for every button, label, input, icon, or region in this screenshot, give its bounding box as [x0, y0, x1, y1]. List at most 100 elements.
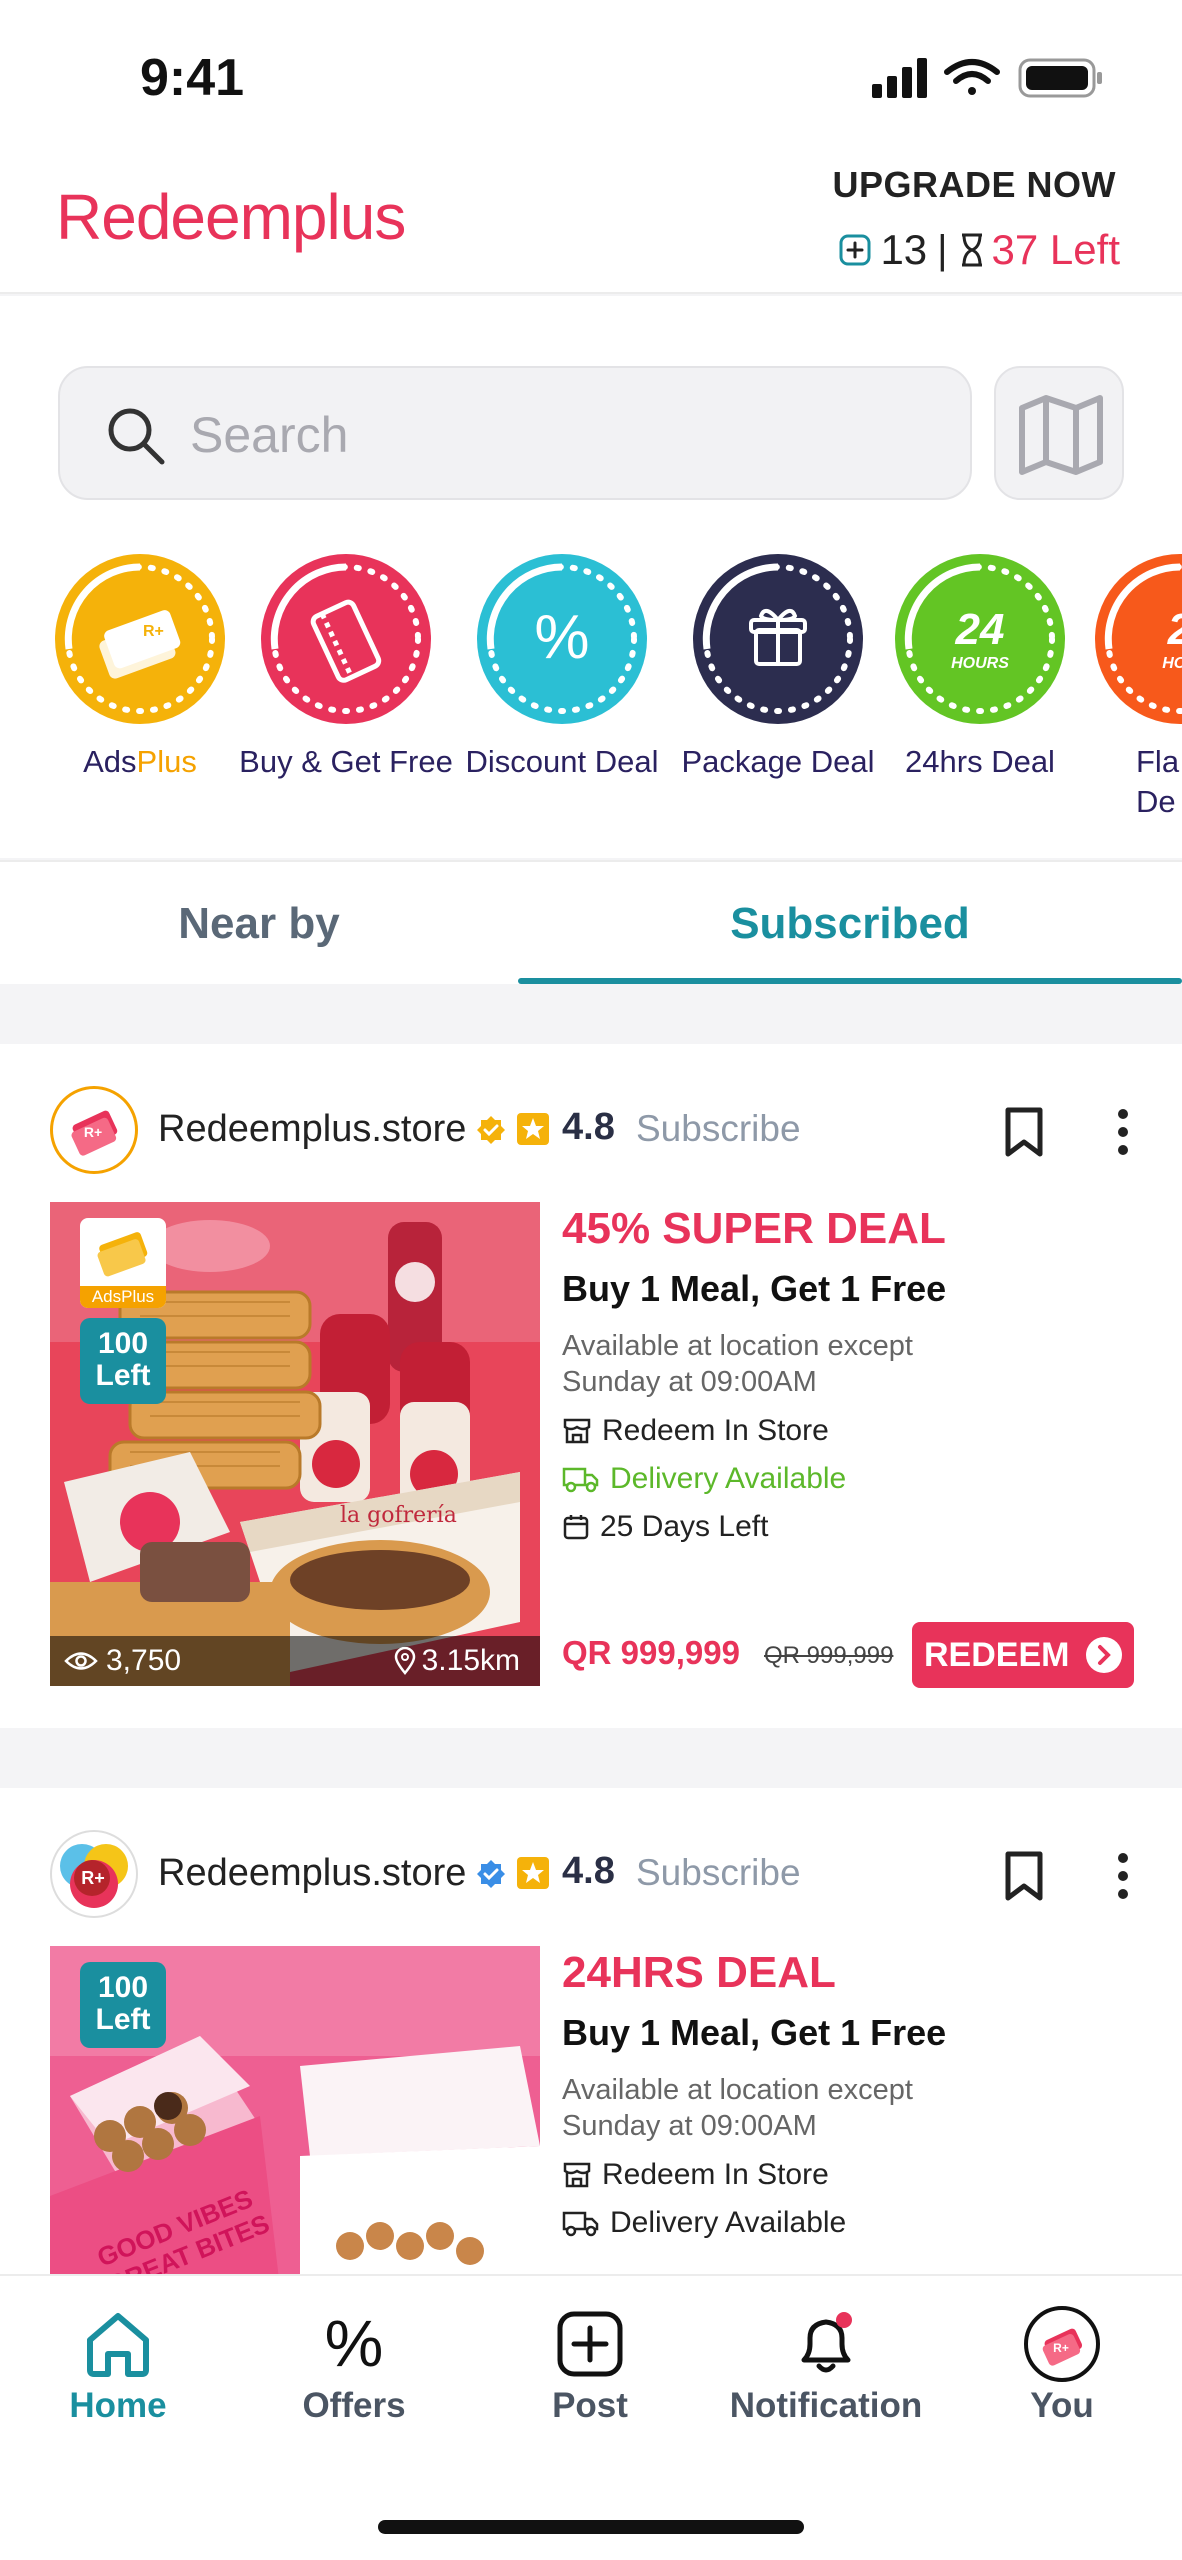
- signal-icon: [872, 58, 927, 98]
- category-package-deal[interactable]: Package Deal: [668, 554, 888, 782]
- category-buy-get-free[interactable]: Buy & Get Free: [236, 554, 456, 782]
- flash-deal-icon: 2 HOU: [1095, 554, 1182, 724]
- svg-text:R+: R+: [81, 1868, 105, 1888]
- deal-image[interactable]: GOOD VIBES GREAT BITES 100 Left: [50, 1946, 540, 2288]
- original-price: QR 999,999: [764, 1642, 894, 1669]
- status-bar: 9:41: [0, 0, 1182, 146]
- eye-icon: [64, 1652, 98, 1670]
- store-icon: [563, 2162, 591, 2188]
- deal-info: 24HRS DEAL Buy 1 Meal, Get 1 Free Availa…: [562, 1948, 1152, 2240]
- adsplus-ticket-icon: [97, 1232, 148, 1277]
- left-count: 37 Left: [991, 226, 1120, 273]
- category-label-24hrs-deal: 24hrs Deal: [905, 744, 1055, 779]
- map-button[interactable]: [994, 366, 1124, 500]
- store-logo[interactable]: R+: [50, 1086, 138, 1174]
- redeem-in-store-row: Redeem In Store: [562, 1414, 1152, 1448]
- redeem-in-store-row: Redeem In Store: [562, 2158, 1152, 2192]
- nav-offers[interactable]: % Offers: [236, 2276, 472, 2456]
- status-icons: [872, 58, 1102, 98]
- plus-box-icon: [839, 234, 871, 266]
- credits-summary: 13 | 37 Left: [838, 224, 1120, 276]
- deal-description: Available at location except Sunday at 0…: [562, 2074, 913, 2142]
- delivery-truck-icon: [562, 2211, 599, 2237]
- gift-icon: [693, 554, 863, 724]
- battery-icon: [1018, 58, 1102, 98]
- search-input[interactable]: Search: [58, 366, 972, 500]
- bell-icon: [801, 2312, 852, 2373]
- distance: 3.15km: [394, 1644, 520, 1678]
- hourglass-icon: [961, 233, 982, 267]
- subscribe-button[interactable]: Subscribe: [636, 1108, 801, 1150]
- category-label-flash-deal: Fla De: [1136, 744, 1180, 819]
- category-label-package-deal: Package Deal: [681, 744, 875, 779]
- store-name[interactable]: Redeemplus.store: [158, 1108, 466, 1151]
- plus-square-icon: [557, 2311, 623, 2377]
- subscribe-button[interactable]: Subscribe: [636, 1852, 801, 1894]
- nav-you[interactable]: R+ You: [944, 2276, 1180, 2456]
- svg-text:la gofrería: la gofrería: [340, 1503, 457, 1528]
- view-count: 3,750: [64, 1644, 181, 1678]
- redeem-button[interactable]: REDEEM: [912, 1622, 1134, 1688]
- left-count-badge: 100 Left: [80, 1318, 166, 1404]
- delivery-truck-icon: [562, 1467, 599, 1493]
- delivery-row: Delivery Available: [562, 1462, 1152, 1496]
- tab-nearby[interactable]: Near by: [0, 862, 518, 986]
- deal-info: 45% SUPER DEAL Buy 1 Meal, Get 1 Free Av…: [562, 1204, 1152, 1544]
- category-label-discount-deal: Discount Deal: [465, 744, 659, 779]
- store-logo[interactable]: R+: [50, 1830, 138, 1918]
- nav-post[interactable]: Post: [472, 2276, 708, 2456]
- category-row: R+ AdsPlus Buy & Get Free % Discount Dea…: [0, 554, 1182, 854]
- profile-avatar-icon: R+: [1024, 2306, 1100, 2382]
- upgrade-now-link[interactable]: UPGRADE NOW: [833, 164, 1117, 206]
- store-icon: [563, 1418, 591, 1444]
- percent-icon: %: [325, 2306, 384, 2380]
- search-placeholder: Search: [190, 407, 349, 463]
- deal-subtitle: Buy 1 Meal, Get 1 Free: [562, 2012, 947, 2053]
- svg-text:2: 2: [1167, 605, 1182, 654]
- category-discount-deal[interactable]: % Discount Deal: [452, 554, 672, 782]
- left-count-badge: 100 Left: [80, 1962, 166, 2048]
- brand-logo[interactable]: Redeemplus: [56, 180, 406, 254]
- adsplus-icon: R+: [55, 554, 225, 724]
- category-24hrs-deal[interactable]: 24 HOURS 24hrs Deal: [870, 554, 1090, 782]
- search-panel: Search R+ AdsPlus Buy & Get Free % Disco…: [0, 296, 1182, 858]
- deal-card[interactable]: R+ Redeemplus.store 4.8 Subscribe la gof…: [0, 1044, 1182, 1728]
- days-left-row: 25 Days Left: [562, 1510, 1152, 1544]
- delivery-row: Delivery Available: [562, 2206, 1152, 2240]
- svg-text:R+: R+: [143, 623, 164, 640]
- tab-subscribed[interactable]: Subscribed: [518, 862, 1182, 986]
- search-icon: [108, 408, 165, 465]
- svg-text:%: %: [325, 2306, 384, 2380]
- deal-subtitle: Buy 1 Meal, Get 1 Free: [562, 1268, 947, 1309]
- nav-home[interactable]: Home: [0, 2276, 236, 2456]
- more-options-icon[interactable]: [1110, 1106, 1136, 1158]
- category-label-buy-get-free: Buy & Get Free: [239, 744, 453, 779]
- map-icon: [1019, 395, 1103, 475]
- deal-price: QR 999,999: [562, 1634, 740, 1671]
- chevron-right-icon: [1086, 1637, 1122, 1673]
- deal-image[interactable]: la gofrería AdsPlus 100 Left 3,750 3.15k…: [50, 1202, 540, 1686]
- svg-text:%: %: [534, 603, 589, 672]
- star-badge-icon: [517, 1857, 549, 1889]
- verified-badge-icon: [477, 1860, 505, 1888]
- bookmark-icon[interactable]: [1002, 1106, 1046, 1158]
- store-rating: 4.8: [562, 1850, 615, 1892]
- wifi-icon: [944, 59, 1000, 95]
- tab-active-indicator: [518, 978, 1182, 984]
- star-badge-icon: [517, 1113, 549, 1145]
- deal-card[interactable]: R+ Redeemplus.store 4.8 Subscribe GOOD V…: [0, 1788, 1182, 2288]
- more-options-icon[interactable]: [1110, 1850, 1136, 1902]
- credits-separator: |: [937, 227, 948, 272]
- deal-title[interactable]: 45% SUPER DEAL: [562, 1204, 1152, 1254]
- nav-notification[interactable]: Notification: [708, 2276, 944, 2456]
- bookmark-icon[interactable]: [1002, 1850, 1046, 1902]
- deal-title[interactable]: 24HRS DEAL: [562, 1948, 1152, 1998]
- store-name[interactable]: Redeemplus.store: [158, 1852, 466, 1895]
- app-header: Redeemplus UPGRADE NOW 13 | 37 Left: [0, 146, 1182, 294]
- category-adsplus[interactable]: R+ AdsPlus: [30, 554, 250, 782]
- svg-text:24: 24: [955, 605, 1005, 654]
- deal-description: Available at location except Sunday at 0…: [562, 1330, 913, 1398]
- free-ticket-icon: [261, 554, 431, 724]
- category-flash-deal[interactable]: 2 HOU Fla De: [1070, 554, 1182, 822]
- svg-text:R+: R+: [84, 1124, 102, 1140]
